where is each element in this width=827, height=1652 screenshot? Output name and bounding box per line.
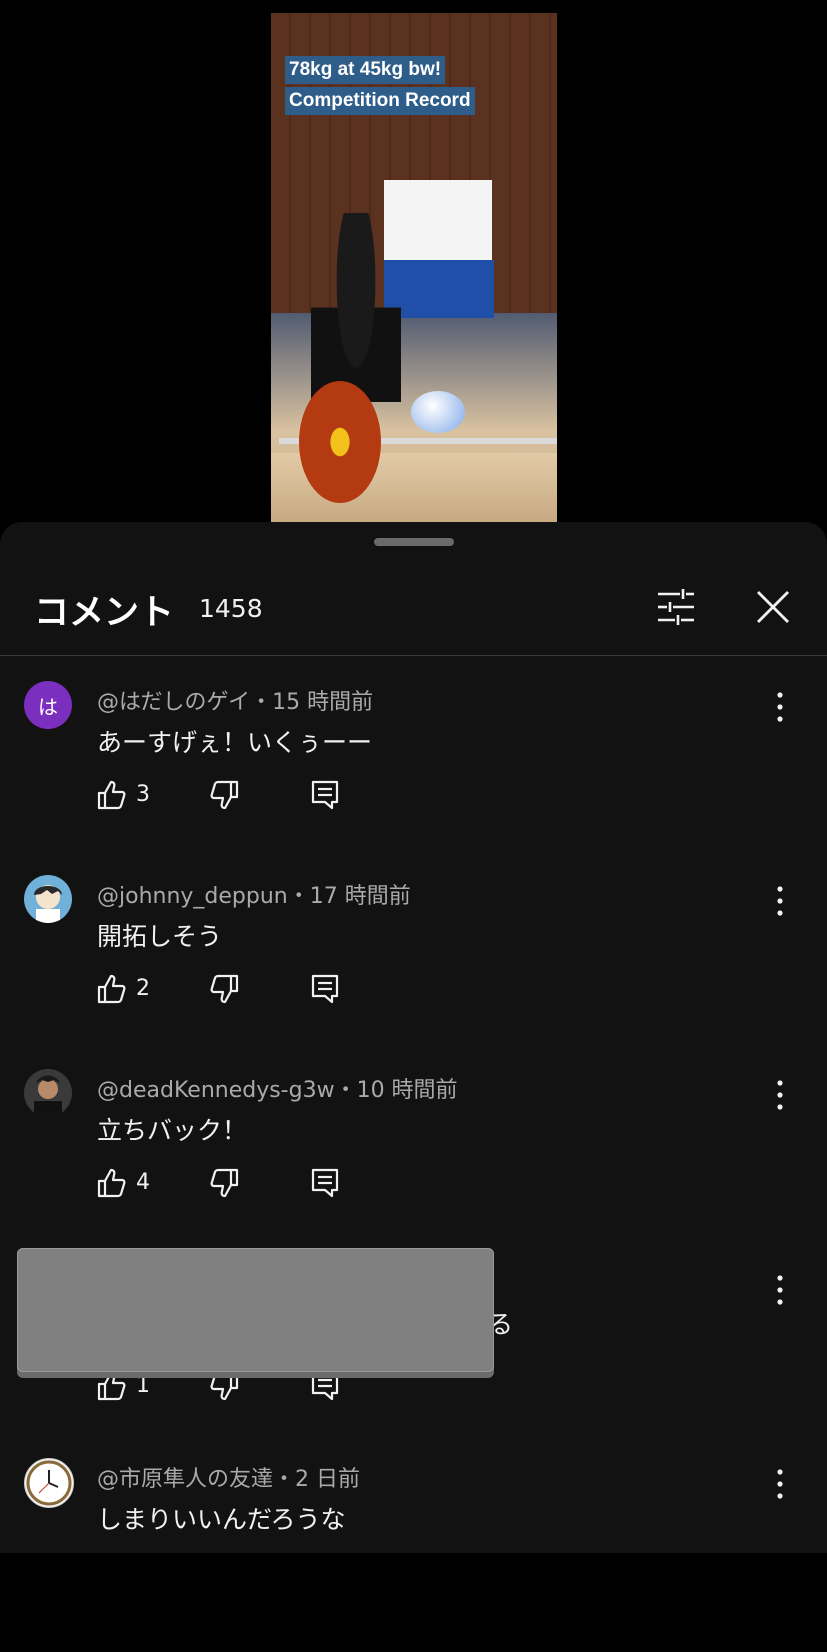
close-icon (757, 591, 789, 623)
comment-text: あーすげぇ！いくぅーー (97, 728, 373, 757)
avatar[interactable] (24, 875, 72, 923)
more-vert-icon (777, 1275, 783, 1305)
like-count: 2 (136, 976, 150, 1001)
thumb-down-icon (210, 1371, 239, 1401)
reply-icon (311, 1168, 339, 1198)
thumb-up-icon (97, 974, 126, 1004)
comment-text: 開拓しそう (97, 922, 223, 951)
comment-text: 立ちバック！ (97, 1116, 248, 1145)
dislike-button[interactable] (209, 779, 239, 811)
comment-more-button[interactable] (768, 1071, 792, 1111)
sliders-icon (658, 589, 694, 625)
like-button[interactable] (97, 1370, 127, 1402)
clock-icon (26, 1460, 72, 1506)
comment-actions: 2 (97, 973, 357, 1013)
more-vert-icon (777, 692, 783, 722)
video-player[interactable]: 78kg at 45kg bw! Competition Record (0, 0, 827, 540)
thumb-down-icon (210, 780, 239, 810)
avatar[interactable]: は (24, 681, 72, 729)
more-vert-icon (777, 1080, 783, 1110)
reply-icon (311, 780, 339, 810)
reply-button[interactable] (310, 779, 340, 811)
close-button[interactable] (752, 586, 794, 628)
reply-icon (311, 1371, 339, 1401)
video-ball (411, 391, 465, 433)
dislike-button[interactable] (209, 973, 239, 1005)
comment-meta[interactable]: @はだしのゲイ・15 時間前 (97, 684, 373, 716)
reply-button[interactable] (310, 973, 340, 1005)
avatar[interactable] (24, 1458, 74, 1508)
avatar-illustration-icon (34, 885, 62, 923)
thumb-down-icon (210, 974, 239, 1004)
drag-handle[interactable] (374, 538, 454, 546)
thumb-up-icon (97, 1371, 126, 1401)
comment-meta[interactable]: @市原隼人の友達・2 日前 (97, 1461, 360, 1493)
reply-icon (311, 974, 339, 1004)
redaction-box (17, 1248, 494, 1372)
comments-count: 1458 (199, 594, 263, 623)
comment-item: @deadKennedys-g3w・10 時間前 立ちバック！ 4 (0, 1069, 827, 1263)
video-caption-line2: Competition Record (285, 87, 475, 115)
comments-title: コメント (34, 593, 175, 633)
dislike-button[interactable] (209, 1370, 239, 1402)
dislike-button[interactable] (209, 1167, 239, 1199)
avatar[interactable] (24, 1069, 72, 1117)
sort-filter-button[interactable] (655, 586, 697, 628)
comment-actions: 4 (97, 1167, 357, 1207)
reply-button[interactable] (310, 1167, 340, 1199)
like-count: 3 (136, 782, 150, 807)
like-button[interactable] (97, 1167, 127, 1199)
comment-actions: 3 (97, 779, 357, 819)
header-divider (0, 655, 827, 656)
comment-more-button[interactable] (768, 877, 792, 917)
comment-text: しまりいいんだろうな (97, 1505, 346, 1534)
comment-item: @市原隼人の友達・2 日前 しまりいいんだろうな (0, 1458, 827, 1652)
comment-more-button[interactable] (768, 683, 792, 723)
comment-more-button[interactable] (768, 1460, 792, 1500)
more-vert-icon (777, 886, 783, 916)
thumb-down-icon (210, 1168, 239, 1198)
avatar-letter: は (38, 694, 58, 719)
like-count: 1 (136, 1373, 150, 1398)
more-vert-icon (777, 1469, 783, 1499)
video-weight-plate (299, 381, 381, 503)
like-count: 4 (136, 1170, 150, 1195)
comment-item: @johnny_deppun・17 時間前 開拓しそう 2 (0, 875, 827, 1069)
comment-item: は @はだしのゲイ・15 時間前 あーすげぇ！いくぅーー 3 (0, 681, 827, 875)
comment-more-button[interactable] (768, 1266, 792, 1306)
comment-meta[interactable]: @johnny_deppun・17 時間前 (97, 878, 411, 910)
video-frame[interactable]: 78kg at 45kg bw! Competition Record (271, 13, 557, 523)
thumb-up-icon (97, 1168, 126, 1198)
like-button[interactable] (97, 779, 127, 811)
like-button[interactable] (97, 973, 127, 1005)
comment-meta[interactable]: @deadKennedys-g3w・10 時間前 (97, 1072, 458, 1104)
avatar-photo-icon (24, 1069, 72, 1117)
video-caption-line1: 78kg at 45kg bw! (285, 56, 446, 84)
comment-actions: 1 (97, 1370, 357, 1410)
reply-button[interactable] (310, 1370, 340, 1402)
thumb-up-icon (97, 780, 126, 810)
